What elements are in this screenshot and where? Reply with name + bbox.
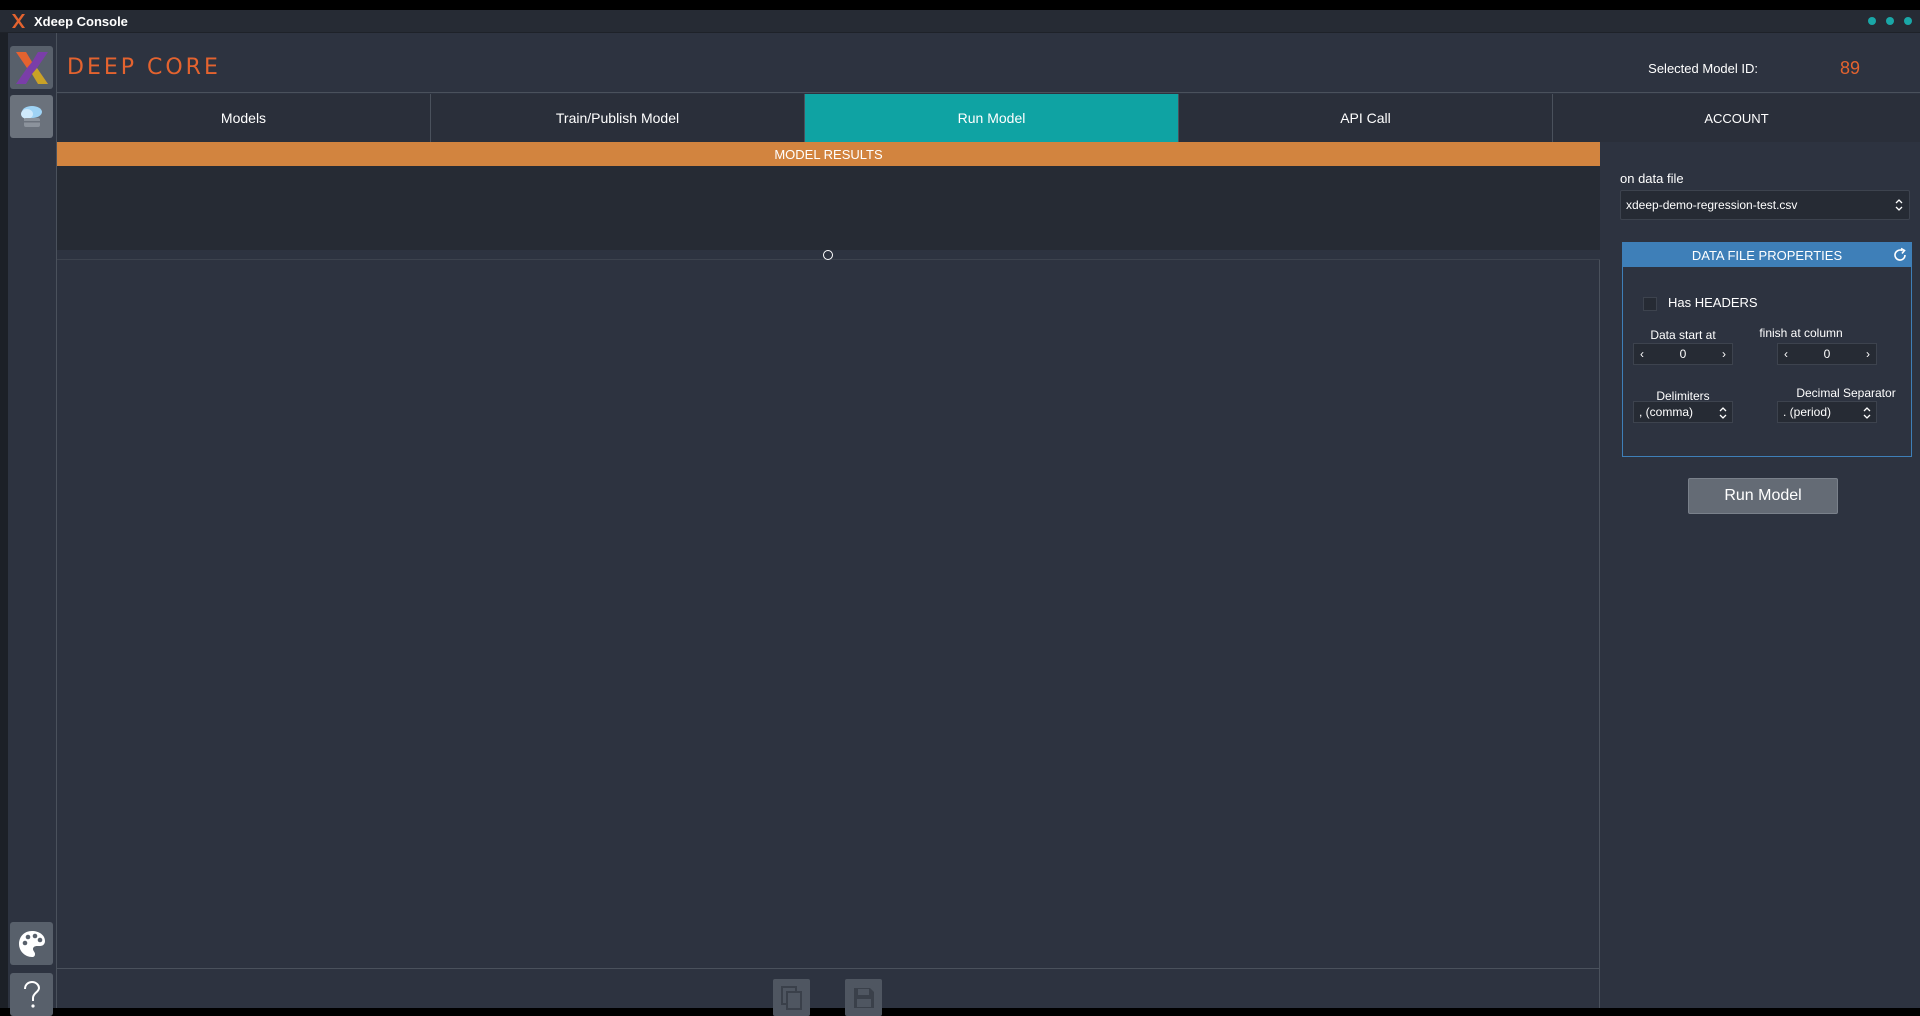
decimal-separator-value: . (period) xyxy=(1783,405,1832,419)
data-file-label: on data file xyxy=(1620,171,1684,186)
has-headers-checkbox[interactable] xyxy=(1643,297,1657,311)
data-file-value: xdeep-demo-regression-test.csv xyxy=(1626,198,1798,212)
window-controls xyxy=(1868,17,1912,25)
save-button[interactable] xyxy=(845,979,882,1016)
props-title-text: DATA FILE PROPERTIES xyxy=(1691,247,1843,263)
props-title: DATA FILE PROPERTIES xyxy=(1623,243,1911,267)
tab-bar: Models Train/Publish Model Run Model API… xyxy=(57,94,1920,142)
updown-arrow-icon xyxy=(1895,199,1903,211)
maximize-button[interactable] xyxy=(1886,17,1894,25)
decimal-separator-label: Decimal Separator xyxy=(1796,386,1896,400)
updown-arrow-icon xyxy=(1719,407,1727,419)
delimiters-select[interactable]: , (comma) xyxy=(1633,401,1733,423)
help-icon xyxy=(23,980,40,1008)
results-output-area xyxy=(57,166,1600,250)
app-window: Xdeep Console DEEP CORE Selected Model I… xyxy=(0,10,1920,1016)
run-model-button[interactable]: Run Model xyxy=(1688,478,1838,514)
copy-icon xyxy=(780,985,802,1010)
header: DEEP CORE Selected Model ID: 89 xyxy=(57,33,1920,93)
save-icon xyxy=(853,987,874,1008)
cloud-db-icon xyxy=(20,105,42,127)
finish-column-spinner[interactable]: ‹ 0 › xyxy=(1777,343,1877,365)
rail-edge xyxy=(0,33,8,1008)
title-bar: Xdeep Console xyxy=(0,10,1920,33)
selected-model-label: Selected Model ID: xyxy=(1648,61,1758,76)
has-headers-label: Has HEADERS xyxy=(1668,295,1758,310)
finish-column-label: finish at column xyxy=(1759,326,1843,340)
run-options-panel: on data file xdeep-demo-regression-test.… xyxy=(1600,142,1920,1008)
copy-button[interactable] xyxy=(773,979,810,1016)
window-title: Xdeep Console xyxy=(34,13,128,29)
updown-arrow-icon xyxy=(1863,407,1871,419)
splitter-handle[interactable] xyxy=(823,250,833,260)
tab-account[interactable]: ACCOUNT xyxy=(1553,94,1920,142)
decimal-separator-select[interactable]: . (period) xyxy=(1777,401,1877,423)
tab-api-call[interactable]: API Call xyxy=(1179,94,1553,142)
increment-icon[interactable]: › xyxy=(1866,347,1870,361)
brand-logo: DEEP CORE xyxy=(67,55,221,80)
finish-column-value: 0 xyxy=(1823,347,1831,361)
home-button[interactable] xyxy=(10,46,53,89)
selected-model-id: 89 xyxy=(1839,58,1860,78)
app-x-icon xyxy=(12,14,25,28)
palette-icon xyxy=(18,930,45,957)
left-rail xyxy=(0,33,57,1016)
close-button[interactable] xyxy=(1904,17,1912,25)
splitter[interactable] xyxy=(57,250,1600,260)
tab-run-model[interactable]: Run Model xyxy=(805,94,1179,142)
delimiters-value: , (comma) xyxy=(1639,405,1693,419)
increment-icon[interactable]: › xyxy=(1722,347,1726,361)
tab-models[interactable]: Models xyxy=(57,94,431,142)
data-start-label: Data start at xyxy=(1650,328,1716,342)
tab-train-publish[interactable]: Train/Publish Model xyxy=(431,94,805,142)
data-start-value: 0 xyxy=(1679,347,1687,361)
help-button[interactable] xyxy=(10,973,53,1016)
data-start-spinner[interactable]: ‹ 0 › xyxy=(1633,343,1733,365)
results-panel: MODEL RESULTS xyxy=(57,142,1600,1016)
theme-button[interactable] xyxy=(10,922,53,965)
results-toolbar xyxy=(57,968,1600,1016)
data-file-select[interactable]: xdeep-demo-regression-test.csv xyxy=(1620,190,1910,220)
data-file-properties: DATA FILE PROPERTIES Has HEADERS Data st… xyxy=(1622,242,1912,457)
refresh-icon[interactable] xyxy=(1891,246,1909,264)
models-logo-icon xyxy=(15,51,48,84)
cloud-data-button[interactable] xyxy=(10,95,53,138)
results-header: MODEL RESULTS xyxy=(57,142,1600,166)
minimize-button[interactable] xyxy=(1868,17,1876,25)
